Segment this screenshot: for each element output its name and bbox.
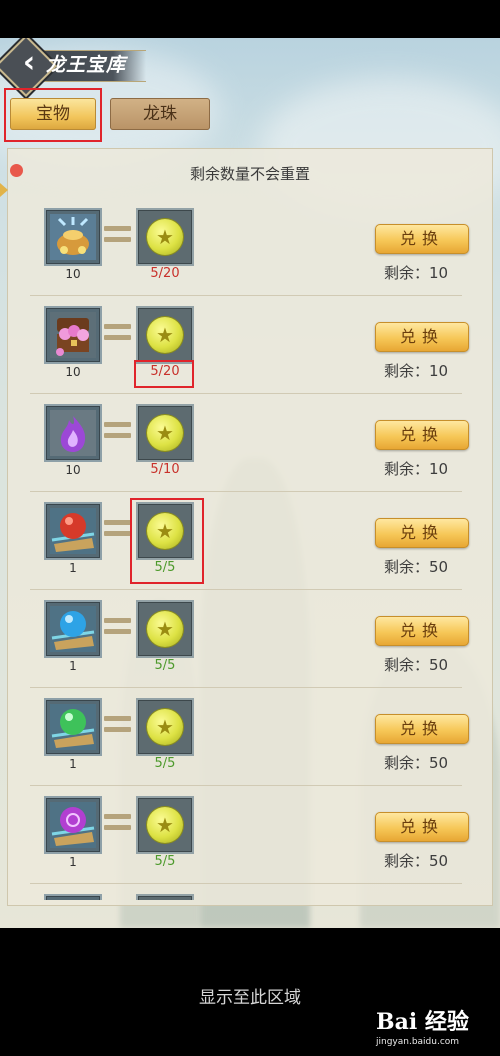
- page-title: 龙王宝库: [46, 54, 127, 76]
- exchange-row: 10 ★ 5/20 兑换 剩余：10: [24, 296, 474, 394]
- coin-slot[interactable]: ★: [136, 306, 194, 364]
- coin-slot[interactable]: ★: [136, 404, 194, 462]
- exchange-button[interactable]: 兑换: [375, 616, 469, 646]
- item-slot[interactable]: [44, 600, 102, 658]
- equals-icon: [104, 422, 131, 440]
- red-orb-icon: [50, 508, 96, 554]
- highlight-box: [4, 88, 102, 142]
- side-arrow-icon[interactable]: [0, 183, 8, 197]
- remaining-count: 剩余：10: [384, 264, 449, 282]
- item-slot[interactable]: [44, 894, 102, 900]
- coin-slot[interactable]: ★: [136, 208, 194, 266]
- item-count: 1: [69, 855, 77, 869]
- exchange-row: 1 ★ 5/5 兑换剩余：50: [24, 688, 474, 786]
- purple-flame-icon: [50, 410, 96, 456]
- item-slot[interactable]: [44, 306, 102, 364]
- remaining-count: 剩余：50: [384, 852, 449, 870]
- equals-icon: [104, 226, 131, 244]
- equals-icon: [104, 520, 131, 538]
- coin-slot[interactable]: [136, 894, 194, 900]
- exchange-button[interactable]: 兑换: [375, 518, 469, 548]
- coin-count: 5/20: [150, 266, 180, 281]
- exchange-button[interactable]: 兑换: [375, 714, 469, 744]
- game-scene: ‹ 龙王宝库 宝物 龙珠 剩余数量不会重置 10 ★ 5/20 兑换 剩余：10 10 ★ 5…: [0, 38, 500, 928]
- star-coin-icon: ★: [147, 709, 183, 745]
- equals-icon: [104, 716, 131, 734]
- star-coin-icon: ★: [147, 807, 183, 843]
- highlight-box: [130, 498, 204, 584]
- remaining-count: 剩余：50: [384, 656, 449, 674]
- coin-count: 5/5: [154, 756, 176, 771]
- exchange-button[interactable]: 兑换: [375, 812, 469, 842]
- star-coin-icon: ★: [147, 219, 183, 255]
- item-count: 10: [65, 267, 81, 281]
- coin-slot[interactable]: ★: [136, 600, 194, 658]
- equals-icon: [104, 814, 131, 832]
- coin-count: 5/5: [154, 658, 176, 673]
- highlight-box: [134, 360, 194, 388]
- item-slot[interactable]: [44, 208, 102, 266]
- green-orb-icon: [50, 704, 96, 750]
- star-coin-icon: ★: [147, 415, 183, 451]
- watermark-logo: Bai 经验 jingyan.baidu.com: [376, 1004, 496, 1047]
- tab-dragon-pearl[interactable]: 龙珠: [110, 98, 210, 130]
- reset-notice: 剩余数量不会重置: [189, 165, 310, 183]
- item-slot[interactable]: [44, 502, 102, 560]
- coin-slot[interactable]: ★: [136, 796, 194, 854]
- exchange-row-partial: [24, 884, 474, 900]
- coin-slot[interactable]: ★: [136, 698, 194, 756]
- item-slot[interactable]: [44, 404, 102, 462]
- back-chevron-icon[interactable]: ‹: [14, 48, 44, 78]
- item-slot[interactable]: [44, 796, 102, 854]
- equals-icon: [104, 618, 131, 636]
- exchange-button[interactable]: 兑换: [375, 420, 469, 450]
- star-coin-icon: ★: [147, 317, 183, 353]
- exchange-row: 1 ★ 5/5 兑换剩余：50: [24, 786, 474, 884]
- item-count: 1: [69, 561, 77, 575]
- exchange-row: 1 ★ 5/5 兑换剩余：50: [24, 590, 474, 688]
- coin-count: 5/5: [154, 854, 176, 869]
- equals-icon: [104, 324, 131, 342]
- item-slot[interactable]: [44, 698, 102, 756]
- item-count: 10: [65, 463, 81, 477]
- coin-count: 5/10: [150, 462, 180, 477]
- blue-orb-icon: [50, 606, 96, 652]
- remaining-count: 剩余：50: [384, 754, 449, 772]
- treasure-bag-icon: [50, 214, 96, 260]
- watermark-url: jingyan.baidu.com: [376, 1037, 460, 1047]
- exchange-row: 1 ★ 5/5 兑换 剩余：50: [24, 492, 474, 590]
- exchange-row: 10 ★ 5/20 兑换剩余：10: [24, 198, 474, 296]
- item-count: 1: [69, 659, 77, 673]
- watermark-text: Bai 经验: [376, 1009, 469, 1035]
- remaining-count: 剩余：10: [384, 460, 449, 478]
- star-coin-icon: ★: [147, 611, 183, 647]
- remaining-count: 剩余：50: [384, 558, 449, 576]
- treasure-chest-icon: [50, 312, 96, 358]
- purple-orb-icon: [50, 802, 96, 848]
- exchange-button[interactable]: 兑换: [375, 224, 469, 254]
- item-count: 1: [69, 757, 77, 771]
- exchange-row: 10 ★ 5/10 兑换剩余：10: [24, 394, 474, 492]
- remaining-count: 剩余：10: [384, 362, 449, 380]
- exchange-list[interactable]: 10 ★ 5/20 兑换 剩余：10 10 ★ 5/20 兑换 剩余：10 10 ★ 5/10 兑换 剩余：…: [24, 198, 474, 900]
- item-count: 10: [65, 365, 81, 379]
- exchange-button[interactable]: 兑换: [375, 322, 469, 352]
